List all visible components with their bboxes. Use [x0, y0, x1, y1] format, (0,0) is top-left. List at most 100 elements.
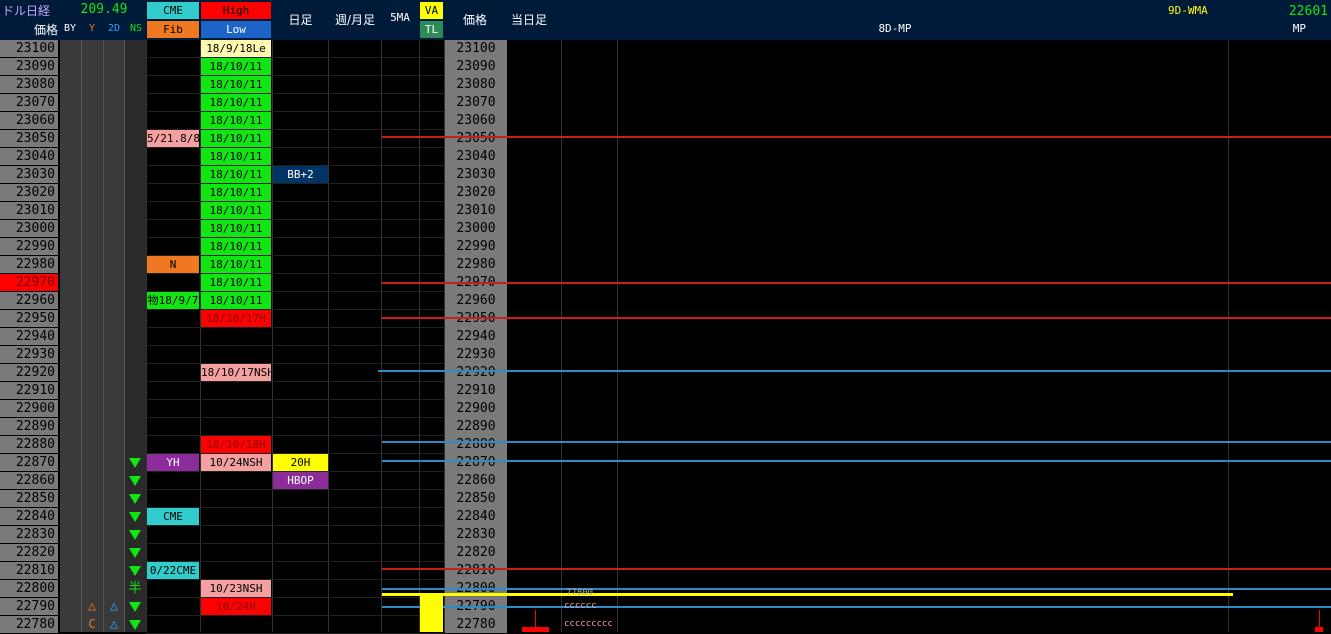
triangle-up-icon: △ [110, 599, 118, 614]
title-label: ドル日経 [2, 4, 51, 18]
price-cell-right[interactable]: 22920 [445, 364, 507, 381]
price-cell-right[interactable]: 22890 [445, 418, 507, 435]
price-cell[interactable]: 22860 [0, 472, 58, 489]
row-separator [146, 93, 445, 94]
price-cell[interactable]: 23060 [0, 112, 58, 129]
price-cell-right[interactable]: 22940 [445, 328, 507, 345]
price-cell-right[interactable]: 22960 [445, 292, 507, 309]
price-cell-right[interactable]: 23070 [445, 94, 507, 111]
price-cell[interactable]: 22910 [0, 382, 58, 399]
level-line-blue [382, 606, 1331, 608]
price-cell[interactable]: 22780 [0, 616, 58, 633]
high-low-cell: 18/10/11 [201, 184, 271, 201]
price-cell[interactable]: 22840 [0, 508, 58, 525]
row-separator [146, 363, 445, 364]
row-separator [146, 111, 445, 112]
price-cell-right[interactable]: 22810 [445, 562, 507, 579]
mp8d-header: 8D-MP [878, 22, 912, 35]
row-separator [146, 417, 445, 418]
price-cell[interactable]: 22820 [0, 544, 58, 561]
price-cell[interactable]: 22790 [0, 598, 58, 615]
price-cell-right[interactable]: 22780 [445, 616, 507, 633]
high-low-cell: 18/10/11 [201, 130, 271, 147]
price-cell[interactable]: 22970 [0, 274, 58, 291]
fib-cell: N [147, 256, 199, 273]
price-cell-right[interactable]: 22880 [445, 436, 507, 453]
today-bar-marker [522, 627, 549, 632]
price-cell-right[interactable]: 23000 [445, 220, 507, 237]
price-cell-right[interactable]: 23060 [445, 112, 507, 129]
price-cell-right[interactable]: 23080 [445, 76, 507, 93]
value-area-bar [420, 596, 443, 632]
price-cell-right[interactable]: 22830 [445, 526, 507, 543]
high-low-cell: 18/10/11 [201, 292, 271, 309]
price-cell[interactable]: 22920 [0, 364, 58, 381]
down-triangle-icon [129, 494, 141, 504]
price-cell[interactable]: 22810 [0, 562, 58, 579]
row-separator [146, 309, 445, 310]
price-cell[interactable]: 22960 [0, 292, 58, 309]
row-separator [146, 399, 445, 400]
level-line-blue [378, 370, 1331, 372]
mp-label: MP [1292, 22, 1306, 35]
price-cell[interactable]: 23080 [0, 76, 58, 93]
price-cell-right[interactable]: 22840 [445, 508, 507, 525]
price-cell-right[interactable]: 22980 [445, 256, 507, 273]
price-cell[interactable]: 22890 [0, 418, 58, 435]
down-triangle-icon [129, 566, 141, 576]
price-cell-right[interactable]: 23050 [445, 130, 507, 147]
price-cell[interactable]: 23000 [0, 220, 58, 237]
price-cell-right[interactable]: 23020 [445, 184, 507, 201]
daily-cell: HBOP [273, 472, 328, 489]
weekly-header: 週/月足 [334, 13, 376, 27]
price-cell[interactable]: 23100 [0, 40, 58, 57]
price-cell[interactable]: 22800 [0, 580, 58, 597]
price-cell-right[interactable]: 23100 [445, 40, 507, 57]
price-cell[interactable]: 22900 [0, 400, 58, 417]
price-cell[interactable]: 22830 [0, 526, 58, 543]
profile-row: cccccc [564, 601, 597, 611]
price-cell-right[interactable]: 23040 [445, 148, 507, 165]
level-line-blue [382, 588, 1331, 590]
price-cell-right[interactable]: 22910 [445, 382, 507, 399]
price-cell[interactable]: 22850 [0, 490, 58, 507]
price-cell[interactable]: 22950 [0, 310, 58, 327]
price-header-2: 価格 [462, 13, 487, 27]
price-cell[interactable]: 22980 [0, 256, 58, 273]
row-separator [146, 543, 445, 544]
price-cell[interactable]: 22880 [0, 436, 58, 453]
level-line-red [382, 568, 1331, 570]
price-cell-right[interactable]: 22870 [445, 454, 507, 471]
row-separator [146, 579, 445, 580]
price-cell-right[interactable]: 22850 [445, 490, 507, 507]
price-cell[interactable]: 22870 [0, 454, 58, 471]
half-marker: 半 [128, 581, 142, 596]
price-cell[interactable]: 22930 [0, 346, 58, 363]
row-separator [146, 219, 445, 220]
row-separator [146, 201, 445, 202]
fib-cell: YH [147, 454, 199, 471]
price-cell[interactable]: 23050 [0, 130, 58, 147]
price-cell[interactable]: 23030 [0, 166, 58, 183]
price-cell[interactable]: 22940 [0, 328, 58, 345]
ns-column-bg [124, 40, 146, 632]
price-cell-right[interactable]: 22990 [445, 238, 507, 255]
price-cell[interactable]: 23070 [0, 94, 58, 111]
today-header: 当日足 [511, 13, 548, 27]
price-cell-right[interactable]: 23030 [445, 166, 507, 183]
price-cell-right[interactable]: 22900 [445, 400, 507, 417]
price-cell-right[interactable]: 22820 [445, 544, 507, 561]
mp-value: 22601 [1288, 4, 1328, 19]
price-cell[interactable]: 23020 [0, 184, 58, 201]
price-cell-right[interactable]: 22860 [445, 472, 507, 489]
price-cell[interactable]: 23010 [0, 202, 58, 219]
fib-cell: CME [147, 508, 199, 525]
fib-cell: 5/21.8/8 [147, 130, 199, 147]
high-low-cell: 18/10/11 [201, 76, 271, 93]
price-cell-right[interactable]: 23090 [445, 58, 507, 75]
price-cell[interactable]: 23090 [0, 58, 58, 75]
price-cell-right[interactable]: 22930 [445, 346, 507, 363]
price-cell-right[interactable]: 23010 [445, 202, 507, 219]
price-cell[interactable]: 23040 [0, 148, 58, 165]
price-cell[interactable]: 22990 [0, 238, 58, 255]
